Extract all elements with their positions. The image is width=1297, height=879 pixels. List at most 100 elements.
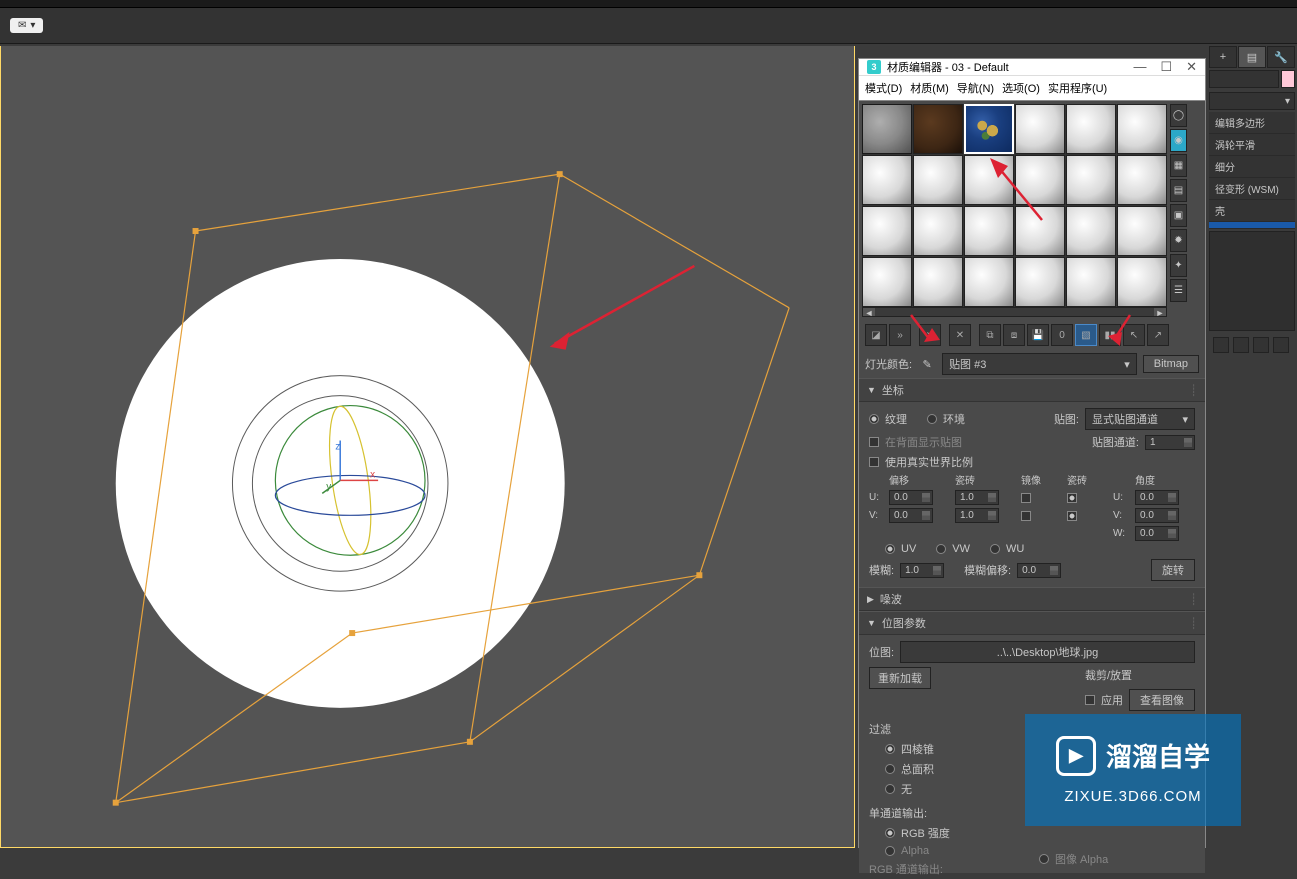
menu-options[interactable]: 选项(O) — [1002, 80, 1040, 96]
filter-none-radio[interactable] — [885, 784, 895, 794]
menu-mode[interactable]: 模式(D) — [865, 80, 902, 96]
modifier-stack[interactable] — [1209, 231, 1295, 331]
sample-slot-10[interactable] — [1066, 155, 1116, 205]
color-swatch[interactable] — [1281, 70, 1295, 88]
get-material-icon[interactable]: ◪ — [865, 324, 887, 346]
sample-slot-20[interactable] — [964, 257, 1014, 307]
sample-slot-9[interactable] — [1015, 155, 1065, 205]
checker-icon[interactable]: ▦ — [1170, 154, 1187, 177]
menu-navigate[interactable]: 导航(N) — [957, 80, 994, 96]
show-end-result-icon[interactable]: ▮▮ — [1099, 324, 1121, 346]
sample-slot-16[interactable] — [1066, 206, 1116, 256]
material-id-icon[interactable]: 0 — [1051, 324, 1073, 346]
eyedropper-icon[interactable]: ✎ — [918, 355, 936, 373]
video-icon[interactable]: ▣ — [1170, 204, 1187, 227]
mod-pathdeform[interactable]: 径变形 (WSM) — [1209, 178, 1295, 200]
toolbar-dropdown[interactable]: ✉ ▾ — [10, 18, 43, 33]
texture-radio[interactable] — [869, 414, 879, 424]
dialog-titlebar[interactable]: 3 材质编辑器 - 03 - Default — ☐ ✕ — [859, 59, 1205, 76]
menu-utilities[interactable]: 实用程序(U) — [1048, 80, 1107, 96]
reload-button[interactable]: 重新加载 — [869, 667, 931, 689]
assign-to-selection-icon[interactable]: ↘ — [919, 324, 941, 346]
sample-slot-12[interactable] — [862, 206, 912, 256]
rollout-coords-head[interactable]: ▼ 坐标 ┊ — [859, 378, 1205, 402]
go-to-parent-icon[interactable]: ↖ — [1123, 324, 1145, 346]
sample-slot-1[interactable] — [913, 104, 963, 154]
mod-subdivide[interactable]: 细分 — [1209, 156, 1295, 178]
v-tile-check[interactable] — [1067, 511, 1077, 521]
sample-slot-11[interactable] — [1117, 155, 1167, 205]
blur-spinner[interactable]: 1.0 — [900, 563, 944, 578]
sample-slot-5[interactable] — [1117, 104, 1167, 154]
sample-slot-21[interactable] — [1015, 257, 1065, 307]
u-mirror-check[interactable] — [1021, 493, 1031, 503]
viewport[interactable]: z x y — [0, 46, 855, 848]
sample-slot-17[interactable] — [1117, 206, 1167, 256]
slot-hscroll[interactable]: ◄► — [862, 307, 1167, 317]
rollout-bitmap-head[interactable]: ▼ 位图参数 ┊ — [859, 611, 1205, 635]
vw-radio[interactable] — [936, 544, 946, 554]
backlight-icon[interactable]: ◉ — [1170, 129, 1187, 152]
menu-material[interactable]: 材质(M) — [910, 80, 949, 96]
put-to-library-icon[interactable]: 💾 — [1027, 324, 1049, 346]
bitmap-path-button[interactable]: ..\..\Desktop\地球.jpg — [900, 641, 1195, 663]
environ-radio[interactable] — [927, 414, 937, 424]
sample-type-icon[interactable]: ◯ — [1170, 104, 1187, 127]
options-icon[interactable]: ✹ — [1170, 229, 1187, 252]
show-end-icon[interactable] — [1233, 337, 1249, 353]
make-unique-tb-icon[interactable]: ⧈ — [1003, 324, 1025, 346]
sample-slot-13[interactable] — [913, 206, 963, 256]
configure-icon[interactable] — [1273, 337, 1289, 353]
close-button[interactable]: ✕ — [1186, 59, 1197, 75]
mod-selected[interactable] — [1209, 222, 1295, 229]
rotate-button[interactable]: 旋转 — [1151, 559, 1195, 581]
make-unique-icon[interactable]: ✦ — [1170, 254, 1187, 277]
rollout-noise-head[interactable]: ▶ 噪波 ┊ — [859, 587, 1205, 611]
sample-slot-19[interactable] — [913, 257, 963, 307]
maximize-button[interactable]: ☐ — [1160, 59, 1172, 75]
sample-slot-8[interactable] — [964, 155, 1014, 205]
sample-slot-3[interactable] — [1015, 104, 1065, 154]
sample-slot-15[interactable] — [1015, 206, 1065, 256]
make-unique-st-icon[interactable] — [1253, 337, 1269, 353]
filter-pyramidal-radio[interactable] — [885, 744, 895, 754]
sample-slot-22[interactable] — [1066, 257, 1116, 307]
show-back-check[interactable] — [869, 437, 879, 447]
object-name-field[interactable] — [1209, 70, 1279, 88]
sample-slot-6[interactable] — [862, 155, 912, 205]
sample-slot-14[interactable] — [964, 206, 1014, 256]
map-channel-dropdown[interactable]: 显式贴图通道▾ — [1085, 408, 1195, 430]
type-button[interactable]: Bitmap — [1143, 355, 1199, 373]
uv-radio[interactable] — [885, 544, 895, 554]
map-name-dropdown[interactable]: 贴图 #3▾ — [942, 353, 1137, 375]
mono-rgb-radio[interactable] — [885, 828, 895, 838]
sample-slot-7[interactable] — [913, 155, 963, 205]
sample-slot-0[interactable] — [862, 104, 912, 154]
modifier-list-dropdown[interactable]: ▾ — [1209, 92, 1295, 110]
channel-spinner[interactable]: 1 — [1145, 435, 1195, 450]
sample-slot-23[interactable] — [1117, 257, 1167, 307]
realworld-check[interactable] — [869, 457, 879, 467]
bluroff-spinner[interactable]: 0.0 — [1017, 563, 1061, 578]
minimize-button[interactable]: — — [1133, 59, 1146, 75]
u-tile-check[interactable] — [1067, 493, 1077, 503]
layout-icon[interactable]: ☰ — [1170, 279, 1187, 302]
sample-uv-icon[interactable]: ▤ — [1170, 179, 1187, 202]
make-copy-icon[interactable]: ⧉ — [979, 324, 1001, 346]
v-mirror-check[interactable] — [1021, 511, 1031, 521]
view-image-button[interactable]: 查看图像 — [1129, 689, 1195, 711]
mod-shell[interactable]: 壳 — [1209, 200, 1295, 222]
sample-slot-2[interactable] — [964, 104, 1014, 154]
panel-tab-modify[interactable]: ▤ — [1238, 46, 1266, 68]
sample-slot-4[interactable] — [1066, 104, 1116, 154]
u-angle[interactable]: 0.0 — [1135, 490, 1179, 505]
apply-check[interactable] — [1085, 695, 1095, 705]
go-forward-icon[interactable]: ↗ — [1147, 324, 1169, 346]
v-tiling[interactable]: 1.0 — [955, 508, 999, 523]
wu-radio[interactable] — [990, 544, 1000, 554]
filter-sumarea-radio[interactable] — [885, 764, 895, 774]
show-in-viewport-icon[interactable]: ▧ — [1075, 324, 1097, 346]
sample-slot-18[interactable] — [862, 257, 912, 307]
u-tiling[interactable]: 1.0 — [955, 490, 999, 505]
panel-tab-create[interactable]: + — [1209, 46, 1237, 68]
